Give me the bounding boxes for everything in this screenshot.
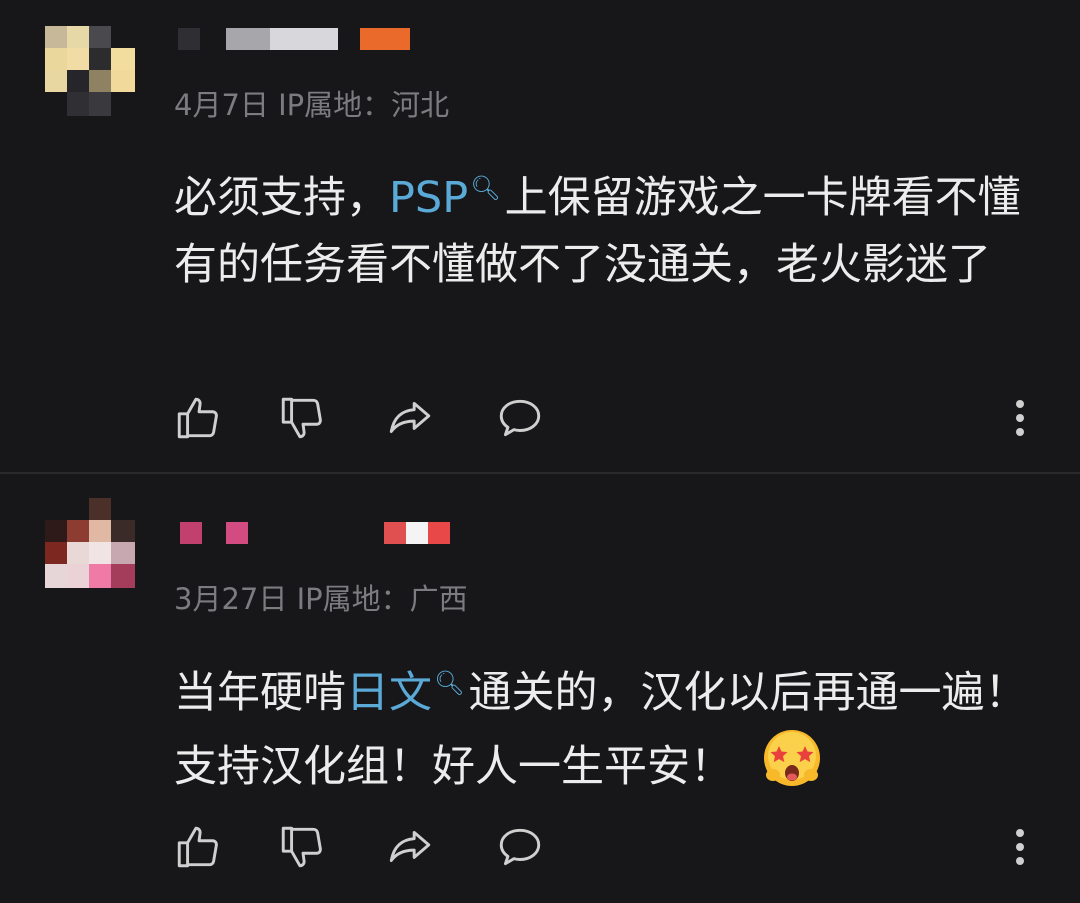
comment-bubble-icon bbox=[499, 399, 541, 437]
comment-text: 必须支持，PSP🔍︎上保留游戏之一卡牌看不懂有的任务看不懂做不了没通关，老火影迷… bbox=[174, 173, 1021, 290]
comment-text: 当年硬啃日文🔍︎通关的，汉化以后再通一遍！支持汉化组！好人一生平安！ bbox=[174, 650, 1044, 809]
avatar[interactable] bbox=[45, 26, 135, 116]
more-options-button[interactable] bbox=[1000, 388, 1040, 448]
thumbs-up-icon bbox=[177, 826, 218, 868]
reply-button[interactable] bbox=[490, 388, 550, 448]
thumbs-down-icon bbox=[281, 826, 322, 868]
comment-meta: 4月7日 IP属地：河北 bbox=[174, 82, 449, 124]
share-icon bbox=[389, 401, 431, 433]
comment-meta: 3月27日 IP属地：广西 bbox=[174, 576, 468, 618]
dislike-button[interactable] bbox=[272, 388, 332, 448]
comment-date: 3月27日 bbox=[174, 582, 288, 616]
share-icon bbox=[389, 830, 431, 862]
comment-bubble-icon bbox=[499, 828, 541, 866]
like-button[interactable] bbox=[168, 817, 228, 877]
comment-divider bbox=[0, 472, 1080, 474]
search-icon: 🔍︎ bbox=[434, 669, 465, 697]
comment-item: 4月7日 IP属地：河北 必须支持，PSP🔍︎上保留游戏之一卡牌看不懂有的任务看… bbox=[0, 0, 1080, 472]
ip-label: IP属地： bbox=[296, 582, 410, 616]
comment-date: 4月7日 bbox=[174, 88, 269, 122]
keyword-link[interactable]: 日文🔍︎ bbox=[346, 668, 468, 718]
reply-button[interactable] bbox=[490, 817, 550, 877]
thumbs-up-icon bbox=[177, 397, 218, 439]
share-button[interactable] bbox=[380, 388, 440, 448]
ip-label: IP属地： bbox=[278, 88, 392, 122]
avatar[interactable] bbox=[45, 498, 135, 588]
ip-location: 河北 bbox=[391, 88, 450, 122]
keyword-link[interactable]: PSP🔍︎ bbox=[389, 173, 505, 223]
ip-location: 广西 bbox=[409, 582, 468, 616]
search-icon: 🔍︎ bbox=[470, 174, 501, 202]
more-options-button[interactable] bbox=[1000, 817, 1040, 877]
share-button[interactable] bbox=[380, 817, 440, 877]
more-vertical-icon bbox=[1016, 829, 1024, 865]
thumbs-down-icon bbox=[281, 397, 322, 439]
comment-actions bbox=[0, 817, 1080, 877]
dislike-button[interactable] bbox=[272, 817, 332, 877]
like-button[interactable] bbox=[168, 388, 228, 448]
more-vertical-icon bbox=[1016, 400, 1024, 436]
comment-actions bbox=[0, 388, 1080, 448]
star-struck-face-icon bbox=[761, 727, 823, 809]
comment-item: 3月27日 IP属地：广西 当年硬啃日文🔍︎通关的，汉化以后再通一遍！支持汉化组… bbox=[0, 475, 1080, 903]
